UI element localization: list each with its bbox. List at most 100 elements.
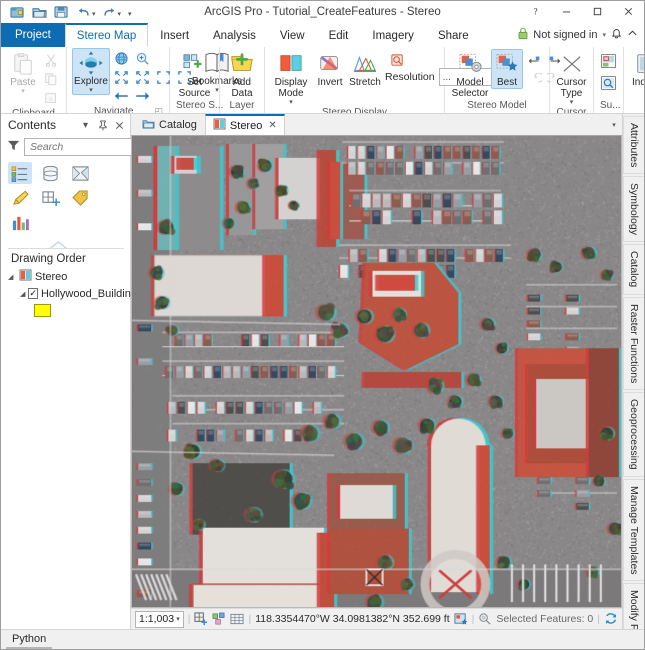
tree-item-symbol-swatch[interactable] — [1, 302, 130, 319]
tab-insert[interactable]: Insert — [148, 23, 201, 47]
expander-icon[interactable]: ◢ — [20, 290, 25, 298]
expander-icon[interactable]: ◢ — [8, 273, 16, 281]
view-tab-stereo[interactable]: Stereo ✕ — [205, 114, 285, 135]
chevron-down-icon[interactable]: ▾ — [176, 615, 180, 623]
group-label-clipboard: Clipboard — [3, 107, 64, 114]
list-by-drawing-order-button[interactable] — [8, 162, 32, 184]
side-tab-attributes[interactable]: Attributes — [623, 116, 644, 174]
map-scale-combobox[interactable]: 1:1,003 ▾ — [135, 611, 184, 628]
stretch-button[interactable]: Stretch — [348, 49, 382, 88]
tab-view[interactable]: View — [268, 23, 317, 47]
close-icon[interactable]: ✕ — [268, 120, 276, 131]
list-by-charts-button[interactable] — [8, 212, 32, 234]
side-tab-manage-templates[interactable]: Manage Templates — [623, 479, 644, 582]
close-button[interactable] — [613, 1, 644, 23]
list-by-editing-button[interactable] — [8, 187, 32, 209]
tab-edit[interactable]: Edit — [317, 23, 361, 47]
zoom-fixed-out-button[interactable] — [132, 68, 152, 86]
full-extent-button[interactable] — [111, 49, 131, 67]
explore-dropdown-icon[interactable]: ▾ — [89, 87, 93, 94]
zoom-window-button[interactable] — [598, 73, 620, 93]
close-icon[interactable] — [113, 118, 126, 132]
display-mode-dropdown-icon[interactable]: ▾ — [289, 99, 293, 106]
next-extent-button[interactable] — [132, 87, 152, 105]
copy-path-button[interactable]: a — [41, 89, 61, 107]
tab-share[interactable]: Share — [426, 23, 481, 47]
select-features-icon[interactable] — [212, 611, 226, 627]
account-status-label[interactable]: Not signed in — [533, 29, 597, 41]
model-selector-button[interactable]: Model Selector — [450, 49, 490, 99]
tab-stereo-map[interactable]: Stereo Map — [65, 23, 148, 47]
undo-button[interactable] — [73, 2, 94, 21]
tree-item-stereo[interactable]: ◢ Stereo — [1, 268, 130, 285]
side-tab-raster-functions[interactable]: Raster Functions — [623, 297, 644, 390]
overview-window-button[interactable] — [598, 51, 620, 71]
tree-item-hollywood-buildings[interactable]: ◢ ✓ Hollywood_Buildings_C — [1, 285, 130, 302]
copy-button[interactable] — [41, 70, 61, 88]
account-dropdown-icon[interactable]: ▾ — [602, 31, 606, 39]
list-by-snapping-button[interactable] — [38, 187, 62, 209]
tab-imagery[interactable]: Imagery — [360, 23, 426, 47]
stereo-map-canvas[interactable] — [132, 136, 621, 607]
list-by-selection-button[interactable] — [68, 162, 92, 184]
add-data-button[interactable]: Add Data — [225, 49, 259, 99]
zoom-in-icon-button[interactable] — [132, 49, 152, 67]
list-by-data-source-button[interactable] — [38, 162, 62, 184]
cut-button[interactable] — [41, 51, 61, 69]
python-tab[interactable]: Python — [6, 630, 52, 649]
coordinate-icon[interactable] — [454, 611, 468, 627]
yellow-swatch-icon[interactable] — [34, 304, 51, 317]
minimize-button[interactable] — [551, 1, 582, 23]
display-mode-button[interactable]: Display Mode ▾ — [270, 49, 312, 106]
customize-quick-access-toolbar-icon[interactable]: ▾ — [128, 6, 132, 18]
side-tab-catalog[interactable]: Catalog — [623, 244, 644, 294]
side-tab-symbology[interactable]: Symbology — [623, 176, 644, 242]
save-project-button[interactable] — [51, 2, 72, 21]
invert-button[interactable]: Invert — [313, 49, 347, 88]
paste-button[interactable]: Paste ▾ — [6, 49, 40, 95]
collapse-ribbon-icon[interactable] — [627, 28, 638, 42]
paste-dropdown-icon[interactable]: ▾ — [21, 88, 25, 95]
new-project-button[interactable] — [7, 2, 28, 21]
chevron-down-icon[interactable]: ▾ — [79, 118, 92, 132]
add-scale-icon[interactable] — [194, 611, 208, 627]
view-tab-catalog[interactable]: Catalog — [134, 114, 205, 135]
cursor-type-button[interactable]: Cursor Type ▾ — [555, 49, 589, 106]
redo-button[interactable] — [99, 2, 120, 21]
refresh-icon[interactable] — [604, 611, 618, 627]
explore-button[interactable]: Explore ▾ — [72, 48, 110, 95]
rotate-left-button[interactable] — [524, 71, 544, 89]
inquiry-button[interactable]: Inquiry ▾ — [629, 49, 644, 95]
redo-dropdown-icon[interactable]: ▾ — [118, 6, 122, 18]
best-model-button[interactable]: Best — [491, 49, 523, 89]
navigate-dialog-launcher-icon[interactable]: ◰ — [154, 105, 163, 114]
side-tab-modify-features[interactable]: Modify Features — [623, 583, 644, 629]
map-canvas-container[interactable] — [131, 135, 622, 608]
list-by-labeling-button[interactable] — [68, 187, 92, 209]
view-tab-overflow-icon[interactable]: ▾ — [606, 114, 622, 135]
cursor-type-dropdown-icon[interactable]: ▾ — [570, 99, 574, 106]
display-mode-label: Display Mode — [273, 77, 309, 99]
bell-icon[interactable] — [611, 28, 622, 43]
previous-extent-button[interactable] — [111, 87, 131, 105]
set-source-button[interactable]: Set Source — [175, 49, 214, 99]
open-project-button[interactable] — [29, 2, 50, 21]
zoom-out-full-button[interactable] — [111, 68, 131, 86]
tree-item-stereo-label: Stereo — [35, 271, 67, 283]
group-label-layer: Layer — [222, 99, 262, 113]
filter-icon[interactable] — [7, 139, 20, 155]
previous-model-button[interactable] — [524, 52, 544, 70]
maximize-button[interactable] — [582, 1, 613, 23]
layer-visibility-checkbox[interactable]: ✓ — [28, 288, 38, 299]
resolution-icon[interactable] — [387, 51, 407, 69]
help-button[interactable]: ? — [520, 1, 551, 23]
pin-icon[interactable] — [96, 118, 109, 132]
side-tab-geoprocessing[interactable]: Geoprocessing — [623, 392, 644, 477]
explore-icon — [78, 50, 104, 76]
undo-dropdown-icon[interactable]: ▾ — [92, 6, 96, 18]
stereo-map-icon — [19, 269, 32, 284]
tab-project[interactable]: Project — [1, 23, 65, 47]
tab-analysis[interactable]: Analysis — [201, 23, 268, 47]
grid-icon[interactable] — [230, 611, 244, 627]
set-source-label: Set Source — [178, 77, 211, 99]
